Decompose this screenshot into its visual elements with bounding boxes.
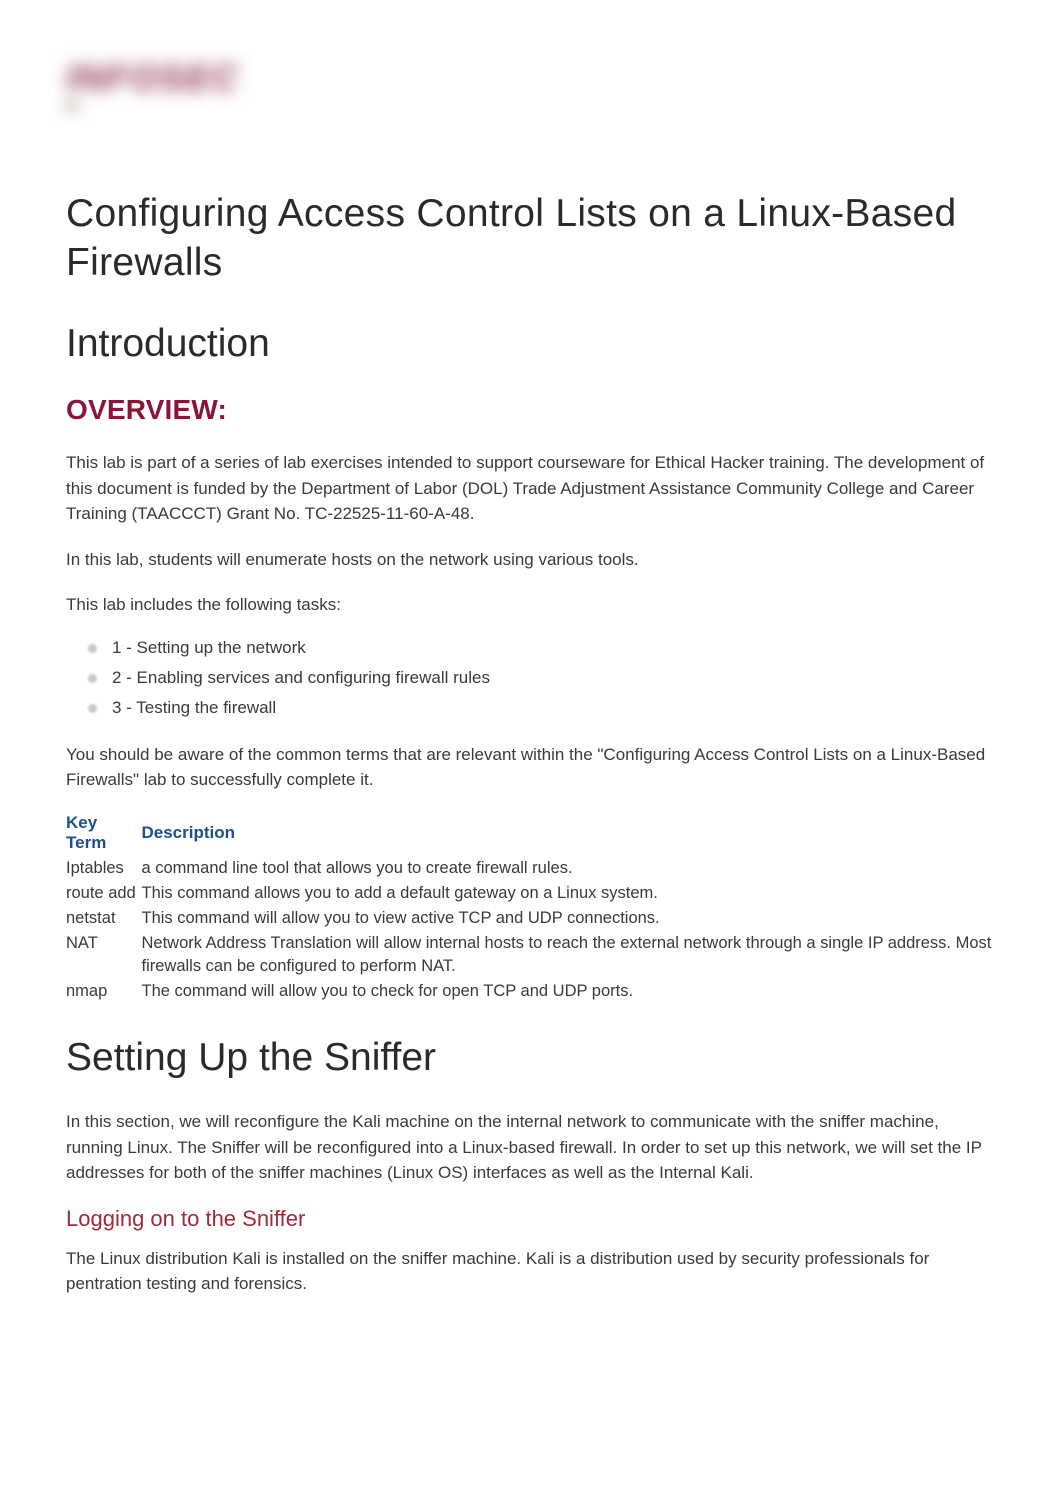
table-header-desc: Description bbox=[141, 813, 996, 856]
introduction-heading: Introduction bbox=[66, 320, 996, 369]
logging-paragraph: The Linux distribution Kali is installed… bbox=[66, 1246, 996, 1297]
overview-paragraph-2: In this lab, students will enumerate hos… bbox=[66, 547, 996, 573]
sniffer-heading: Setting Up the Sniffer bbox=[66, 1034, 996, 1083]
document-title: Configuring Access Control Lists on a Li… bbox=[66, 190, 996, 288]
term-desc: This command allows you to add a default… bbox=[141, 881, 996, 906]
term-key: netstat bbox=[66, 906, 141, 931]
term-desc: This command will allow you to view acti… bbox=[141, 906, 996, 931]
table-row: nmap The command will allow you to check… bbox=[66, 979, 996, 1004]
logging-heading: Logging on to the Sniffer bbox=[66, 1206, 996, 1232]
term-key: NAT bbox=[66, 931, 141, 979]
table-row: route add This command allows you to add… bbox=[66, 881, 996, 906]
table-row: netstat This command will allow you to v… bbox=[66, 906, 996, 931]
task-item: 1 - Setting up the network bbox=[96, 638, 996, 658]
table-row: Iptables a command line tool that allows… bbox=[66, 856, 996, 881]
table-header-key: Key Term bbox=[66, 813, 141, 856]
term-key: nmap bbox=[66, 979, 141, 1004]
term-desc: The command will allow you to check for … bbox=[141, 979, 996, 1004]
logo-text-bottom bbox=[66, 103, 78, 109]
term-key: route add bbox=[66, 881, 141, 906]
tasks-intro: This lab includes the following tasks: bbox=[66, 592, 996, 618]
task-item: 2 - Enabling services and configuring fi… bbox=[96, 668, 996, 688]
infosec-logo: INFOSEC bbox=[66, 60, 276, 150]
document-page: INFOSEC Configuring Access Control Lists… bbox=[0, 0, 1062, 1377]
term-desc: Network Address Translation will allow i… bbox=[141, 931, 996, 979]
tasks-list: 1 - Setting up the network 2 - Enabling … bbox=[66, 638, 996, 718]
term-desc: a command line tool that allows you to c… bbox=[141, 856, 996, 881]
logo-block: INFOSEC bbox=[66, 60, 996, 150]
term-key: Iptables bbox=[66, 856, 141, 881]
overview-heading: OVERVIEW: bbox=[66, 394, 996, 426]
task-item: 3 - Testing the firewall bbox=[96, 698, 996, 718]
sniffer-paragraph: In this section, we will reconfigure the… bbox=[66, 1109, 996, 1186]
tasks-outro: You should be aware of the common terms … bbox=[66, 742, 996, 793]
logo-text-top: INFOSEC bbox=[66, 60, 276, 96]
table-row: NAT Network Address Translation will all… bbox=[66, 931, 996, 979]
key-terms-table: Key Term Description Iptables a command … bbox=[66, 813, 996, 1005]
overview-paragraph-1: This lab is part of a series of lab exer… bbox=[66, 450, 996, 527]
